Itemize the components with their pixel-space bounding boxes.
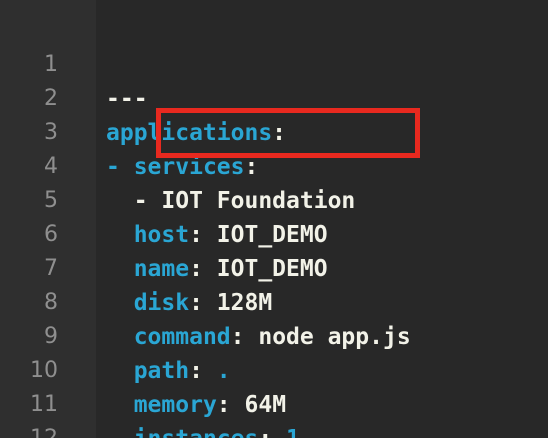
code-editor[interactable]: 1 --- 2 applications: 3 - services: 4 - … [0, 0, 548, 438]
code-line: 3 - services: [0, 82, 548, 180]
code-line: 11 instances: 1 [0, 354, 548, 438]
code-line: 12 [0, 388, 548, 438]
line-number: 12 [0, 422, 58, 438]
code-line: 7 disk: 128M [0, 218, 548, 316]
code-line: 9 path: . [0, 286, 548, 384]
code-line: 5 host: IOT_DEMO [0, 150, 548, 248]
code-line: 2 applications: [0, 48, 548, 146]
yaml-value: 1 [286, 426, 300, 438]
yaml-colon: : [258, 426, 286, 438]
code-line: 4 - IOT Foundation [0, 116, 548, 214]
code-line: 8 command: node app.js [0, 252, 548, 350]
code-line: 1 --- [0, 14, 548, 112]
yaml-key: instances [134, 426, 259, 438]
line-content[interactable]: instances: 1 [106, 422, 300, 438]
code-lines: 1 --- 2 applications: 3 - services: 4 - … [0, 14, 548, 438]
code-line: 6 name: IOT_DEMO [0, 184, 548, 282]
code-line: 10 memory: 64M [0, 320, 548, 418]
